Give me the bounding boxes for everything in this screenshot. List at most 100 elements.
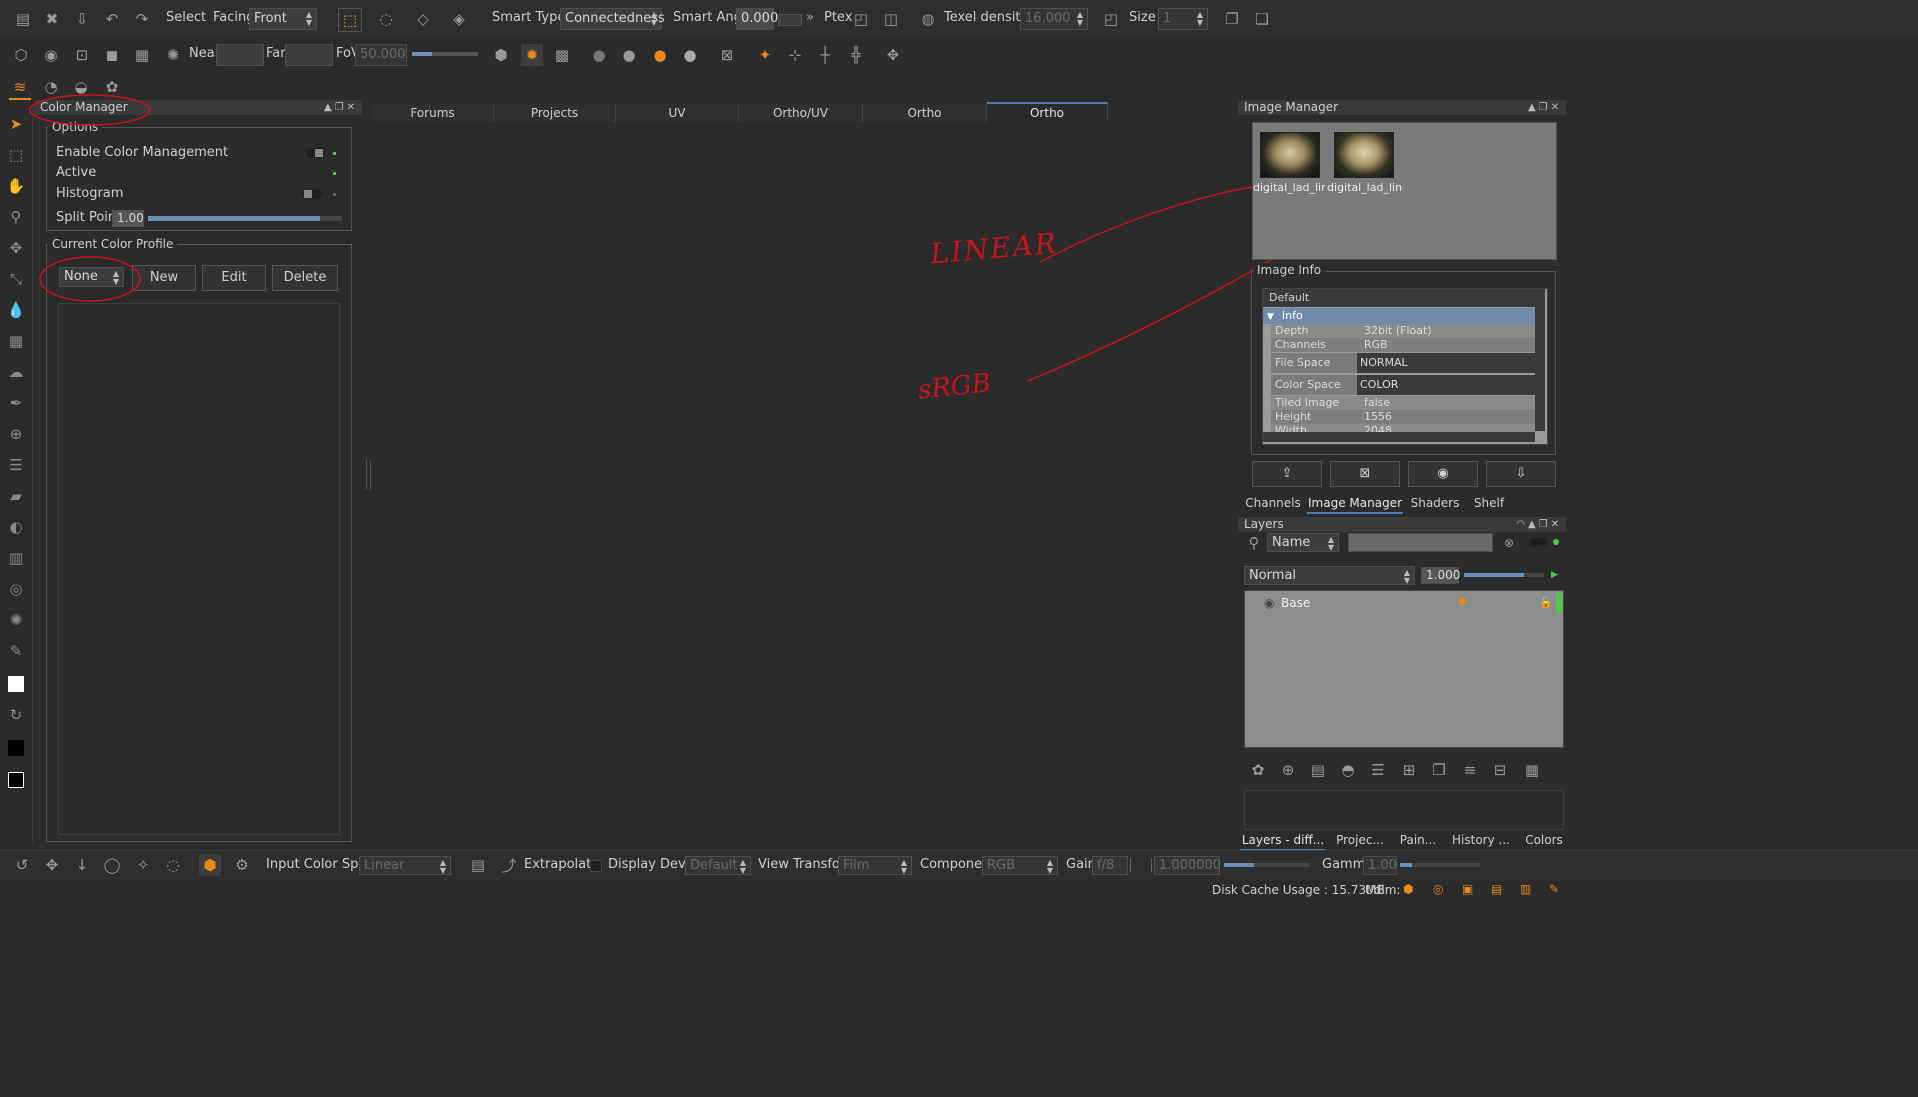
mask-layer-icon[interactable]: ⊞: [1398, 759, 1420, 781]
display-device-select[interactable]: Default ▲ ▼: [685, 856, 751, 875]
image-thumbnail-2[interactable]: [1334, 132, 1394, 178]
info-value: 32bit (Float): [1364, 324, 1432, 337]
tab-layers-diff[interactable]: Layers - diff...: [1240, 831, 1326, 851]
status-target-icon[interactable]: ◎: [1433, 882, 1443, 896]
status-pin-icon[interactable]: ✎: [1549, 882, 1559, 896]
export-image-button[interactable]: ⇩: [1486, 461, 1556, 487]
component-select[interactable]: RGB ▲ ▼: [982, 856, 1058, 875]
gain-fstop-input[interactable]: f/8: [1092, 856, 1128, 875]
gain-slider[interactable]: [1224, 863, 1310, 867]
play-icon[interactable]: ▶: [1551, 570, 1558, 580]
tab-projection[interactable]: Projec...: [1330, 831, 1390, 849]
info-row-depth: Depth 32bit (Float): [1271, 324, 1535, 338]
merge-layer-icon[interactable]: ☰: [1367, 759, 1389, 781]
info-horizontal-scrollbar[interactable]: [1263, 432, 1535, 442]
status-frame-icon[interactable]: ▣: [1462, 882, 1473, 896]
input-color-space-select[interactable]: Linear ▲ ▼: [359, 856, 451, 875]
gain-number-input[interactable]: 1.000000: [1154, 856, 1222, 875]
extrapolate-label: Extrapolate: [524, 857, 600, 872]
adjustment-layer-icon[interactable]: ◓: [1337, 759, 1359, 781]
layer-opacity-slider[interactable]: [1464, 573, 1544, 577]
gain-number-value: 1.000000: [1159, 858, 1222, 873]
layer-properties-area: [1244, 790, 1564, 830]
layers-titlebar[interactable]: Layers ◠▲❐✕: [1238, 517, 1566, 532]
image-thumbnail-1[interactable]: [1260, 132, 1320, 178]
orbit-icon[interactable]: ◯: [101, 854, 123, 876]
panel-window-buttons-icon[interactable]: ◠▲❐✕: [1516, 517, 1562, 532]
layer-filter-status-dot: [1553, 539, 1559, 545]
layers-title: Layers: [1244, 517, 1284, 531]
tumble-icon[interactable]: ✧: [132, 854, 154, 876]
settings-gear-icon[interactable]: ⚙: [231, 854, 253, 876]
gain-slider-fill: [1224, 863, 1254, 867]
info-row-width: Width 2048: [1271, 424, 1535, 432]
down-arrow-icon[interactable]: ↓: [71, 854, 93, 876]
gain-step-buttons[interactable]: [1130, 858, 1152, 872]
group-layer-icon[interactable]: ❐: [1428, 759, 1450, 781]
input-color-space-value: Linear: [364, 858, 405, 873]
rotate-left-icon[interactable]: ↺: [11, 854, 33, 876]
layer-opacity-value: 1.000: [1426, 568, 1461, 582]
curve-icon[interactable]: ⤴: [498, 854, 520, 876]
layer-base-name: Base: [1281, 596, 1311, 610]
info-row-color-space[interactable]: Color Space COLOR: [1271, 375, 1536, 395]
layer-search-input[interactable]: [1348, 533, 1493, 552]
new-layer-icon[interactable]: ⊕: [1277, 759, 1299, 781]
paint-mode-hex-icon[interactable]: ⬢: [199, 854, 221, 876]
layer-filter-value: Name: [1272, 535, 1311, 550]
layer-opacity-input[interactable]: 1.000: [1421, 567, 1461, 584]
gamma-slider[interactable]: [1400, 863, 1480, 867]
tab-image-manager[interactable]: Image Manager: [1307, 494, 1403, 514]
layer-filter-select[interactable]: Name ▲ ▼: [1267, 533, 1339, 552]
info-key: File Space: [1275, 356, 1331, 369]
info-key: Width: [1275, 424, 1307, 432]
component-value: RGB: [987, 858, 1016, 873]
flatten-layer-icon[interactable]: ≡: [1459, 759, 1481, 781]
view-transform-select[interactable]: Film ▲ ▼: [838, 856, 912, 875]
remove-image-button[interactable]: ⊠: [1330, 461, 1400, 487]
image-manager-titlebar[interactable]: Image Manager ▲❐✕: [1238, 100, 1566, 115]
info-value: 1556: [1364, 410, 1392, 423]
layer-filter-toggle[interactable]: [1530, 538, 1546, 546]
grid-view-icon[interactable]: ▦: [1521, 759, 1543, 781]
gain-fstop-value: f/8: [1097, 858, 1115, 873]
tab-history[interactable]: History ...: [1447, 831, 1515, 849]
view-image-button[interactable]: ◉: [1408, 461, 1478, 487]
tree-info-row[interactable]: ▼ Info: [1263, 308, 1535, 324]
info-row-file-space[interactable]: File Space NORMAL: [1271, 353, 1536, 373]
tab-channels[interactable]: Channels: [1240, 494, 1306, 512]
status-folder-icon[interactable]: ▤: [1491, 882, 1502, 896]
dotted-circle-icon[interactable]: ◌: [162, 854, 184, 876]
status-chart-icon[interactable]: ▥: [1520, 882, 1531, 896]
import-image-button[interactable]: ⇪: [1252, 461, 1322, 487]
layer-visibility-eye-icon[interactable]: ◉: [1264, 596, 1274, 610]
tab-colors[interactable]: Colors: [1520, 831, 1568, 849]
delete-layer-icon[interactable]: ⊟: [1489, 759, 1511, 781]
search-icon: ⚲: [1248, 534, 1260, 552]
layer-lock-icon[interactable]: 🔓: [1539, 596, 1553, 609]
document-icon[interactable]: ▤: [467, 854, 489, 876]
tree-default-row[interactable]: Default: [1263, 289, 1535, 307]
layer-paint-icon[interactable]: ✹: [1457, 595, 1468, 610]
udim-label: Udim:: [1365, 883, 1401, 897]
duplicate-layer-icon[interactable]: ▤: [1307, 759, 1329, 781]
tab-shaders[interactable]: Shaders: [1405, 494, 1465, 512]
image-info-label: Image Info: [1253, 263, 1326, 277]
annotation-circle-title: [29, 94, 151, 126]
tree-collapse-icon[interactable]: ▼: [1267, 312, 1274, 322]
info-row-tiled: Tiled Image false: [1271, 396, 1535, 410]
panel-window-buttons-icon[interactable]: ▲❐✕: [1528, 100, 1562, 115]
add-layer-icon[interactable]: ✿: [1247, 759, 1269, 781]
blend-mode-select[interactable]: Normal ▲ ▼: [1244, 566, 1415, 585]
tab-shelf[interactable]: Shelf: [1468, 494, 1510, 512]
info-vertical-scrollbar[interactable]: [1535, 289, 1545, 431]
info-key: Color Space: [1275, 378, 1341, 391]
tab-paint[interactable]: Pain...: [1394, 831, 1442, 849]
udim-hex-icon[interactable]: ⬢: [1403, 882, 1413, 896]
pan-cross-icon[interactable]: ✥: [41, 854, 63, 876]
tree-info-label: Info: [1281, 309, 1303, 322]
gamma-input[interactable]: 1.00: [1363, 856, 1397, 875]
extrapolate-checkbox[interactable]: [590, 860, 602, 872]
image-thumbnail-2-label: digital_lad_line: [1327, 181, 1403, 194]
clear-search-icon[interactable]: ⊗: [1498, 532, 1520, 554]
